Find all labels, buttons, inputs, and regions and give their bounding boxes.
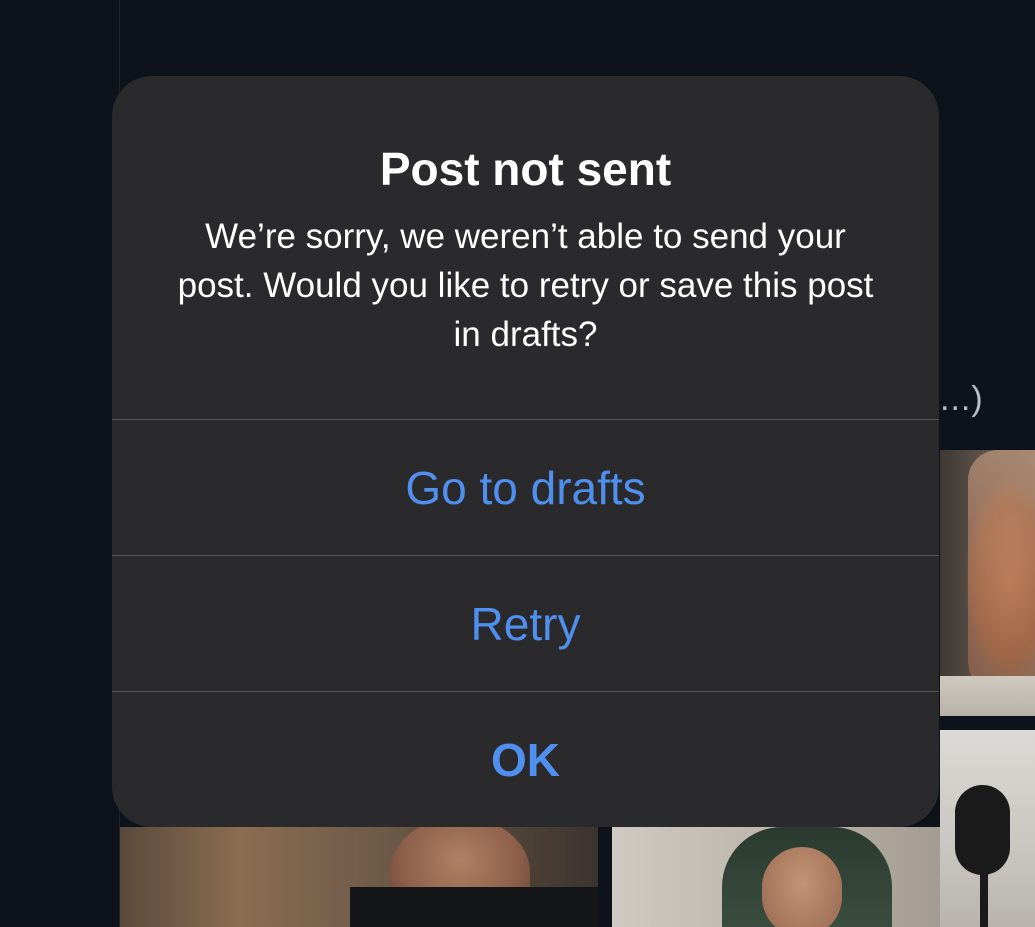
background-media-image[interactable] xyxy=(120,827,598,927)
go-to-drafts-button[interactable]: Go to drafts xyxy=(112,420,939,555)
background-media-image[interactable] xyxy=(612,827,940,927)
background-media-image[interactable] xyxy=(940,730,1035,927)
background-tweet-text: ...) xyxy=(940,380,984,418)
post-not-sent-alert: Post not sent We’re sorry, we weren’t ab… xyxy=(112,76,939,827)
alert-message: We’re sorry, we weren’t able to send you… xyxy=(177,217,874,354)
ok-button[interactable]: OK xyxy=(112,692,939,827)
background-media-image[interactable] xyxy=(940,450,1035,716)
app-screen: ...) Post not sent We’re sorry, we weren… xyxy=(0,0,1035,927)
retry-button[interactable]: Retry xyxy=(112,556,939,691)
alert-header: Post not sent We’re sorry, we weren’t ab… xyxy=(112,76,939,419)
alert-title: Post not sent xyxy=(379,143,672,195)
